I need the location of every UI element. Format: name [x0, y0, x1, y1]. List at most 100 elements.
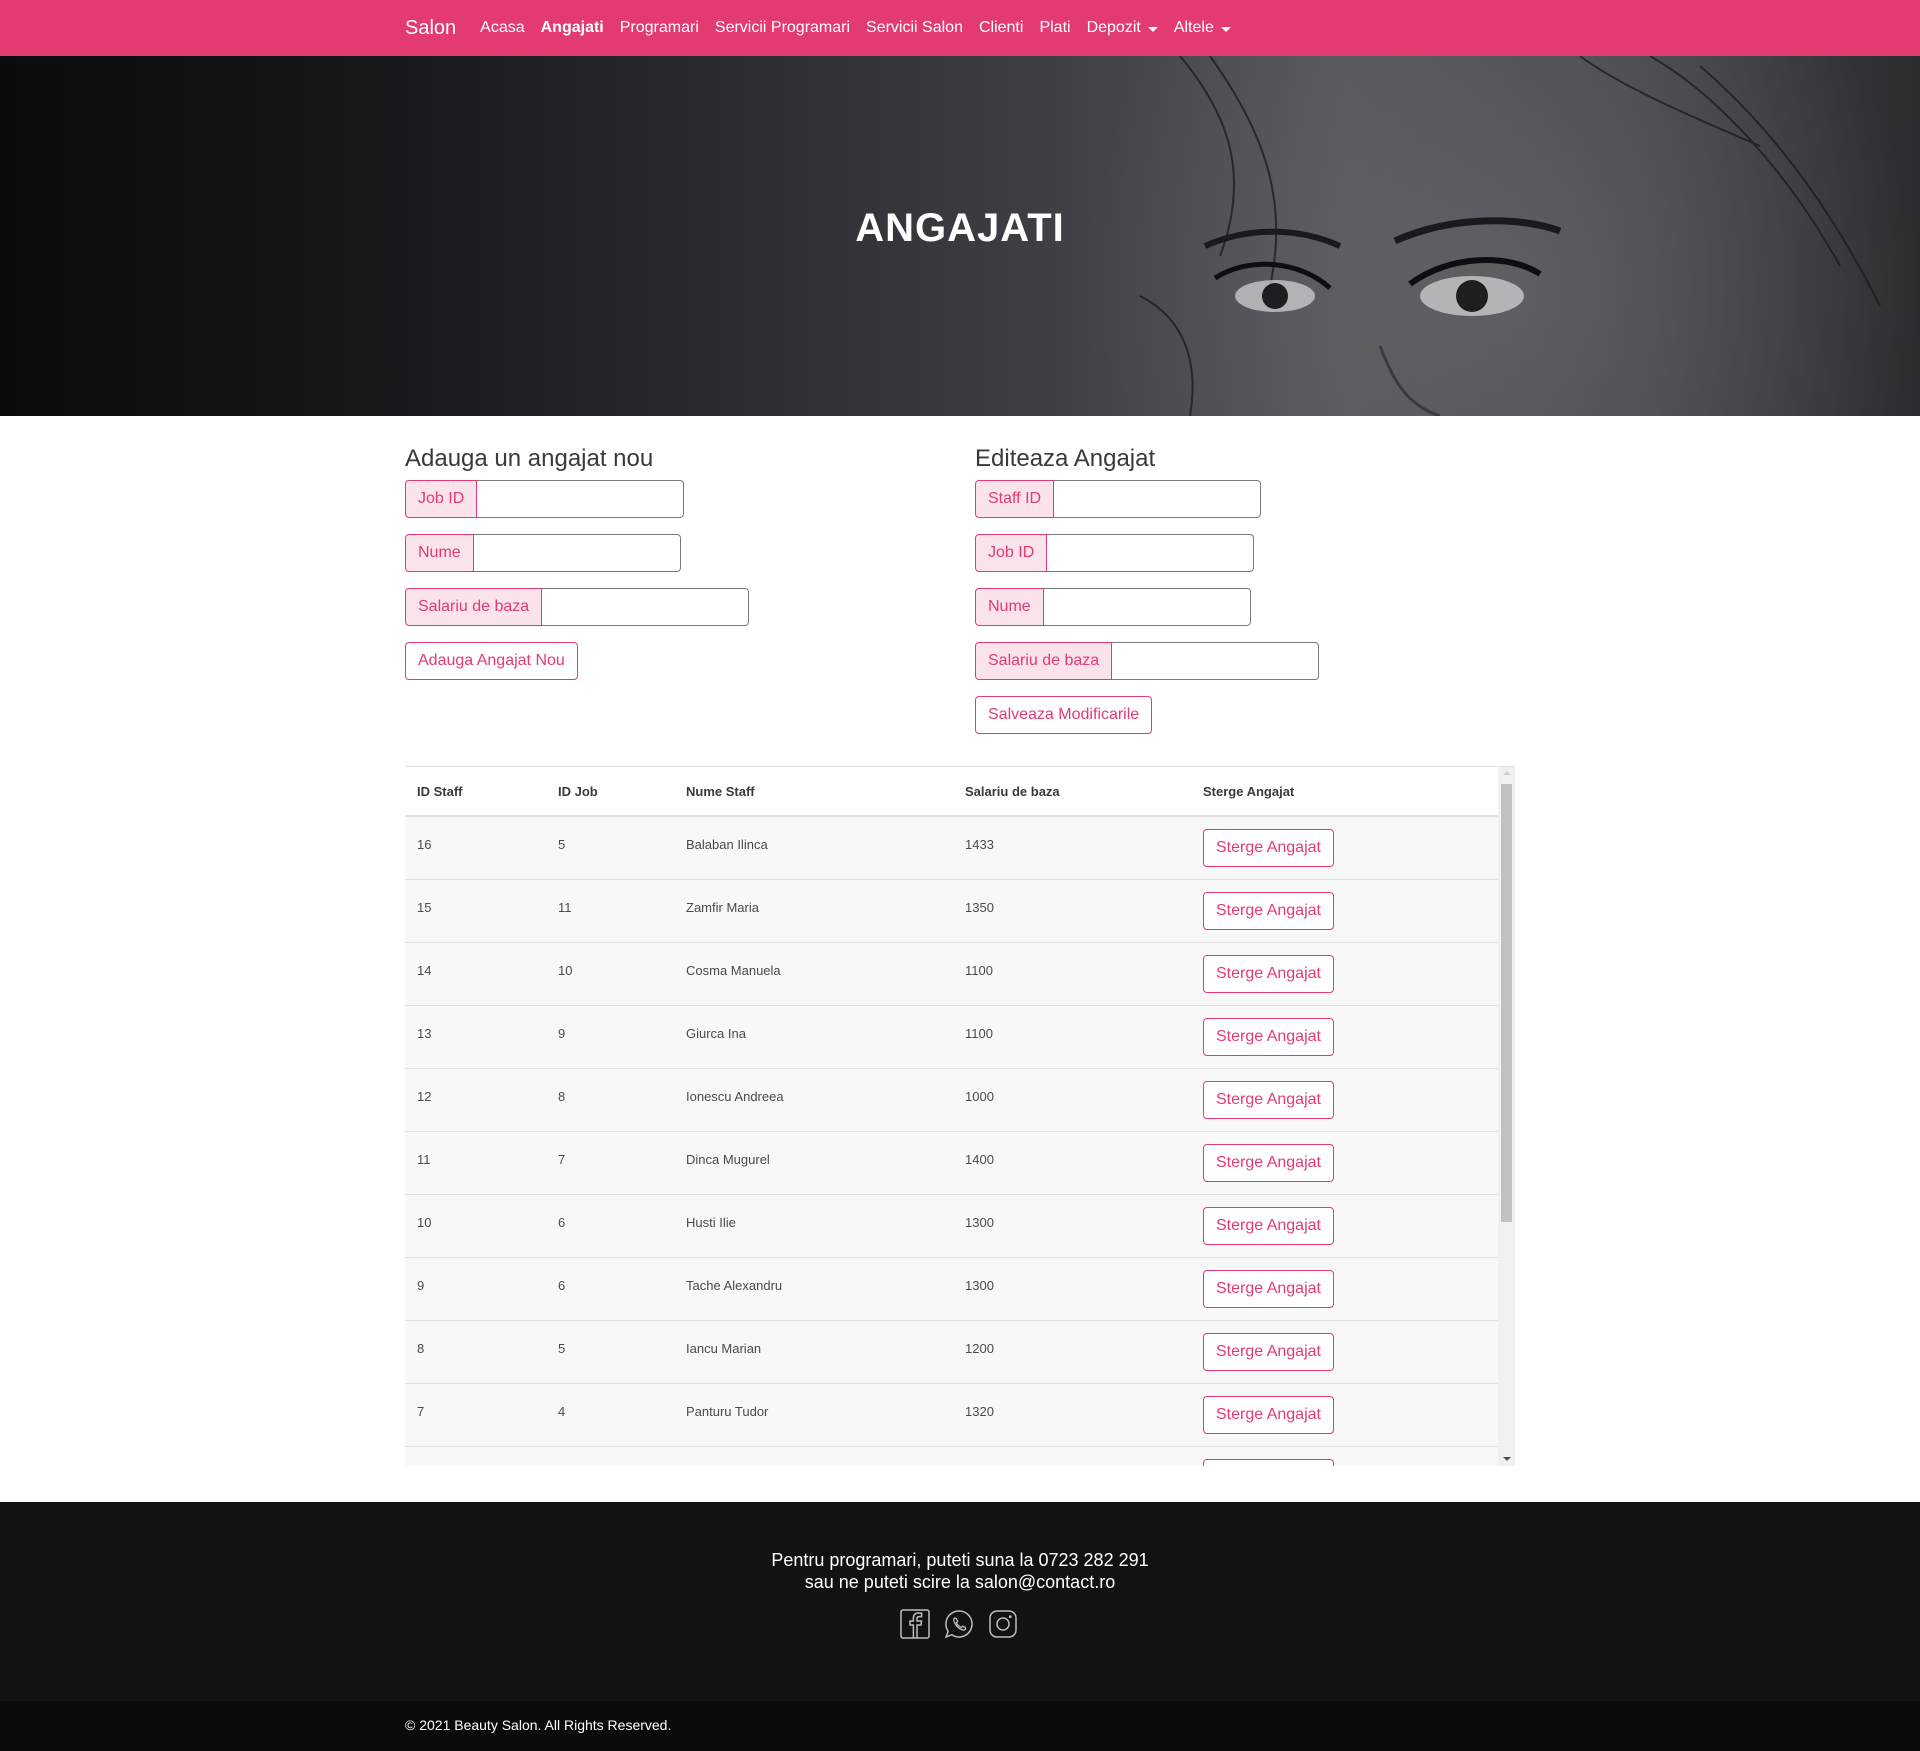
- cell-id-staff: 10: [417, 1215, 432, 1230]
- edit-nume-label: Nume: [975, 588, 1044, 626]
- footer: Pentru programari, puteti suna la 0723 2…: [0, 1502, 1920, 1751]
- edit-staff-id-input[interactable]: [1054, 480, 1262, 518]
- add-nume-input[interactable]: [473, 534, 681, 572]
- nav-dropdown-altele-label: Altele: [1173, 19, 1214, 36]
- instagram-icon[interactable]: [988, 1609, 1018, 1639]
- edit-job-id-input[interactable]: [1047, 534, 1255, 572]
- facebook-icon[interactable]: [900, 1609, 930, 1639]
- cell-salariu: 1100: [965, 963, 993, 978]
- edit-form-title: Editeaza Angajat: [975, 445, 1156, 472]
- delete-employee-button[interactable]: Sterge Angajat: [1203, 955, 1334, 993]
- cell-id-staff: 7: [417, 1404, 425, 1419]
- delete-employee-button[interactable]: Sterge Angajat: [1203, 1207, 1334, 1245]
- cell-nume-staff: Iancu Marian: [686, 1341, 762, 1356]
- delete-employee-button[interactable]: Sterge Angajat: [1203, 1144, 1334, 1182]
- table-row: 8 5 Iancu Marian 1200 Sterge Angajat: [405, 1321, 1498, 1384]
- cell-id-staff: 11: [417, 1152, 431, 1167]
- whatsapp-icon[interactable]: [944, 1609, 974, 1639]
- delete-employee-button[interactable]: Sterge Angajat: [1203, 829, 1334, 867]
- caret-down-icon: [1147, 26, 1158, 32]
- cell-sterge: Sterge Angajat: [1191, 1069, 1498, 1119]
- cell-id-staff: 12: [417, 1089, 432, 1104]
- add-employee-button[interactable]: Adauga Angajat Nou: [405, 642, 578, 680]
- edit-job-id-label: Job ID: [975, 534, 1048, 572]
- cell-nume-staff: Panturu Tudor: [686, 1404, 769, 1419]
- edit-nume-group: Nume: [975, 588, 1319, 626]
- cell-id-job: [546, 1447, 674, 1466]
- cell-id-staff: 14: [417, 963, 432, 978]
- cell-id-job: 11: [558, 900, 572, 915]
- cell-sterge: Sterge Angajat: [1191, 1006, 1498, 1056]
- delete-employee-button[interactable]: Sterge Angajat: [1203, 1270, 1334, 1308]
- edit-salariu-input[interactable]: [1112, 642, 1320, 680]
- cell-salariu: 1200: [965, 1341, 994, 1356]
- cell-sterge: Sterge Angajat: [1191, 880, 1498, 930]
- edit-salariu-group: Salariu de baza: [975, 642, 1320, 680]
- copyright-bar: © 2021 Beauty Salon. All Rights Reserved…: [0, 1701, 1920, 1751]
- delete-employee-button[interactable]: Sterge Angajat: [1203, 1396, 1334, 1434]
- table-row: 10 6 Husti Ilie 1300 Sterge Angajat: [405, 1195, 1498, 1258]
- delete-employee-button[interactable]: Sterge Angajat: [1203, 1018, 1334, 1056]
- table-scrollbar[interactable]: [1498, 767, 1515, 1466]
- cell-nume-staff: Tache Alexandru: [686, 1278, 783, 1293]
- nav-link-clienti[interactable]: Clienti: [979, 19, 1023, 37]
- add-job-id-input[interactable]: [477, 480, 685, 518]
- table-row: 15 11 Zamfir Maria 1350 Sterge Angajat: [405, 880, 1498, 943]
- table-row: Sterge Angajat: [405, 1447, 1498, 1466]
- nav-link-acasa[interactable]: Acasa: [480, 19, 524, 37]
- add-employee-form: Adauga un angajat nou Job ID Nume Salari…: [405, 442, 750, 680]
- edit-employee-form: Editeaza Angajat Staff ID Job ID Nume Sa…: [975, 442, 1320, 734]
- nav-link-servicii-programari[interactable]: Servicii Programari: [715, 19, 850, 37]
- cell-sterge: Sterge Angajat: [1191, 1195, 1498, 1245]
- cell-id-staff: 9: [417, 1278, 425, 1293]
- scroll-down-arrow-icon[interactable]: [1503, 1457, 1511, 1461]
- cell-salariu: 1000: [965, 1089, 994, 1104]
- cell-id-job: 4: [558, 1404, 566, 1419]
- cell-id-staff: [405, 1447, 546, 1466]
- cell-nume-staff: Dinca Mugurel: [686, 1152, 770, 1167]
- edit-staff-id-label: Staff ID: [975, 480, 1055, 518]
- cell-sterge: Sterge Angajat: [1191, 817, 1498, 867]
- cell-id-staff: 8: [417, 1341, 425, 1356]
- table-row: 13 9 Giurca Ina 1100 Sterge Angajat: [405, 1006, 1498, 1069]
- cell-nume-staff: Cosma Manuela: [686, 963, 781, 978]
- cell-sterge: Sterge Angajat: [1191, 1384, 1498, 1434]
- table-row: 7 4 Panturu Tudor 1320 Sterge Angajat: [405, 1384, 1498, 1447]
- table-row: 16 5 Balaban Ilinca 1433 Sterge Angajat: [405, 817, 1498, 880]
- cell-id-job: 6: [558, 1278, 566, 1293]
- header-id-staff: ID Staff: [417, 783, 463, 799]
- add-form-title: Adauga un angajat nou: [405, 445, 654, 472]
- nav-dropdown-depozit[interactable]: Depozit: [1087, 19, 1158, 37]
- cell-salariu: 1300: [965, 1278, 994, 1293]
- nav-link-plati[interactable]: Plati: [1039, 19, 1070, 37]
- scroll-thumb[interactable]: [1501, 784, 1512, 1222]
- cell-nume-staff: Balaban Ilinca: [686, 837, 768, 852]
- add-salariu-label: Salariu de baza: [405, 588, 543, 626]
- copyright-text: © 2021 Beauty Salon. All Rights Reserved…: [405, 1717, 672, 1733]
- hero-banner: ANGAJATI: [0, 56, 1920, 416]
- footer-email-text: sau ne puteti scire la salon@contact.ro: [804, 1572, 1116, 1592]
- add-nume-label: Nume: [405, 534, 474, 572]
- employees-table: ID Staff ID Job Nume Staff Salariu de ba…: [405, 766, 1515, 1466]
- table-body: 16 5 Balaban Ilinca 1433 Sterge Angajat 15 11 Z…: [405, 817, 1515, 1466]
- brand-link[interactable]: Salon: [405, 17, 456, 40]
- edit-nume-input[interactable]: [1043, 588, 1251, 626]
- add-job-id-label: Job ID: [405, 480, 478, 518]
- cell-id-staff: 16: [417, 837, 432, 852]
- nav-link-servicii-salon[interactable]: Servicii Salon: [866, 19, 963, 37]
- delete-employee-button[interactable]: Sterge Angajat: [1203, 1333, 1334, 1371]
- cell-id-job: 7: [558, 1152, 566, 1167]
- nav-link-programari[interactable]: Programari: [620, 19, 699, 37]
- header-id-job: ID Job: [558, 783, 598, 799]
- scroll-up-arrow-icon[interactable]: [1503, 771, 1511, 775]
- cell-sterge: Sterge Angajat: [1191, 1258, 1498, 1308]
- nav-link-angajati[interactable]: Angajati: [541, 19, 604, 37]
- delete-employee-button[interactable]: Sterge Angajat: [1203, 892, 1334, 930]
- add-salariu-input[interactable]: [542, 588, 750, 626]
- nav-dropdown-altele[interactable]: Altele: [1174, 19, 1231, 37]
- add-salariu-group: Salariu de baza: [405, 588, 750, 626]
- header-nume-staff: Nume Staff: [686, 783, 755, 799]
- save-changes-button[interactable]: Salveaza Modificarile: [975, 696, 1153, 734]
- delete-employee-button[interactable]: Sterge Angajat: [1203, 1459, 1334, 1466]
- delete-employee-button[interactable]: Sterge Angajat: [1203, 1081, 1334, 1119]
